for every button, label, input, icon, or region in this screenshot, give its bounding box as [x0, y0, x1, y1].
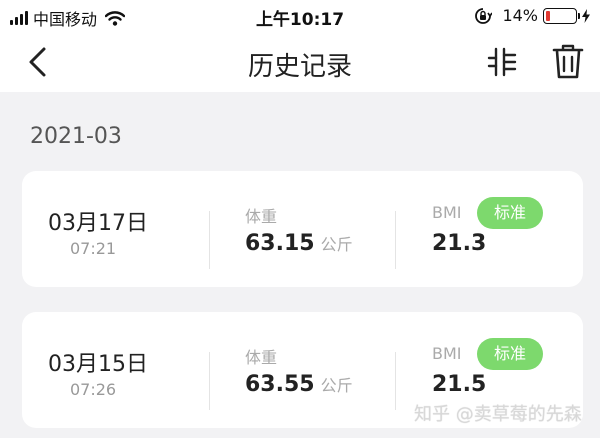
charging-icon	[582, 8, 590, 23]
watermark: 知乎 @卖草莓的先森	[414, 404, 582, 425]
record-time: 07:26	[70, 380, 117, 399]
record-time: 07:21	[70, 239, 117, 258]
divider	[395, 211, 396, 269]
status-badge: 标准	[477, 338, 543, 370]
rotation-lock-icon	[475, 7, 493, 24]
trash-icon[interactable]	[550, 42, 586, 80]
weight-value: 63.55 公斤	[245, 372, 353, 397]
record-card[interactable]: 03月17日 07:21 体重 63.15 公斤 BMI 标准 21.3	[22, 171, 583, 287]
divider	[209, 211, 210, 269]
weight-unit: 公斤	[320, 235, 353, 254]
nav-bar: 历史记录	[0, 32, 600, 92]
weight-unit: 公斤	[320, 376, 353, 395]
status-bar: 中国移动 上午10:17 14%	[0, 0, 600, 32]
weight-number: 63.15	[245, 231, 315, 256]
weight-label: 体重	[245, 348, 278, 367]
status-badge: 标准	[477, 197, 543, 229]
bmi-label: BMI	[432, 203, 462, 222]
filter-icon[interactable]	[484, 44, 520, 80]
battery-percent: 14%	[502, 6, 538, 25]
divider	[209, 352, 210, 410]
month-header: 2021-03	[30, 124, 122, 149]
status-right: 14%	[474, 6, 590, 25]
weight-value: 63.15 公斤	[245, 231, 353, 256]
divider	[395, 352, 396, 410]
bmi-value: 21.5	[432, 372, 487, 397]
weight-label: 体重	[245, 207, 278, 226]
weight-number: 63.55	[245, 372, 315, 397]
record-date: 03月17日	[48, 211, 148, 236]
record-date: 03月15日	[48, 352, 148, 377]
bmi-label: BMI	[432, 344, 462, 363]
battery-level	[546, 10, 550, 21]
bmi-value: 21.3	[432, 231, 487, 256]
battery-icon	[543, 7, 580, 24]
